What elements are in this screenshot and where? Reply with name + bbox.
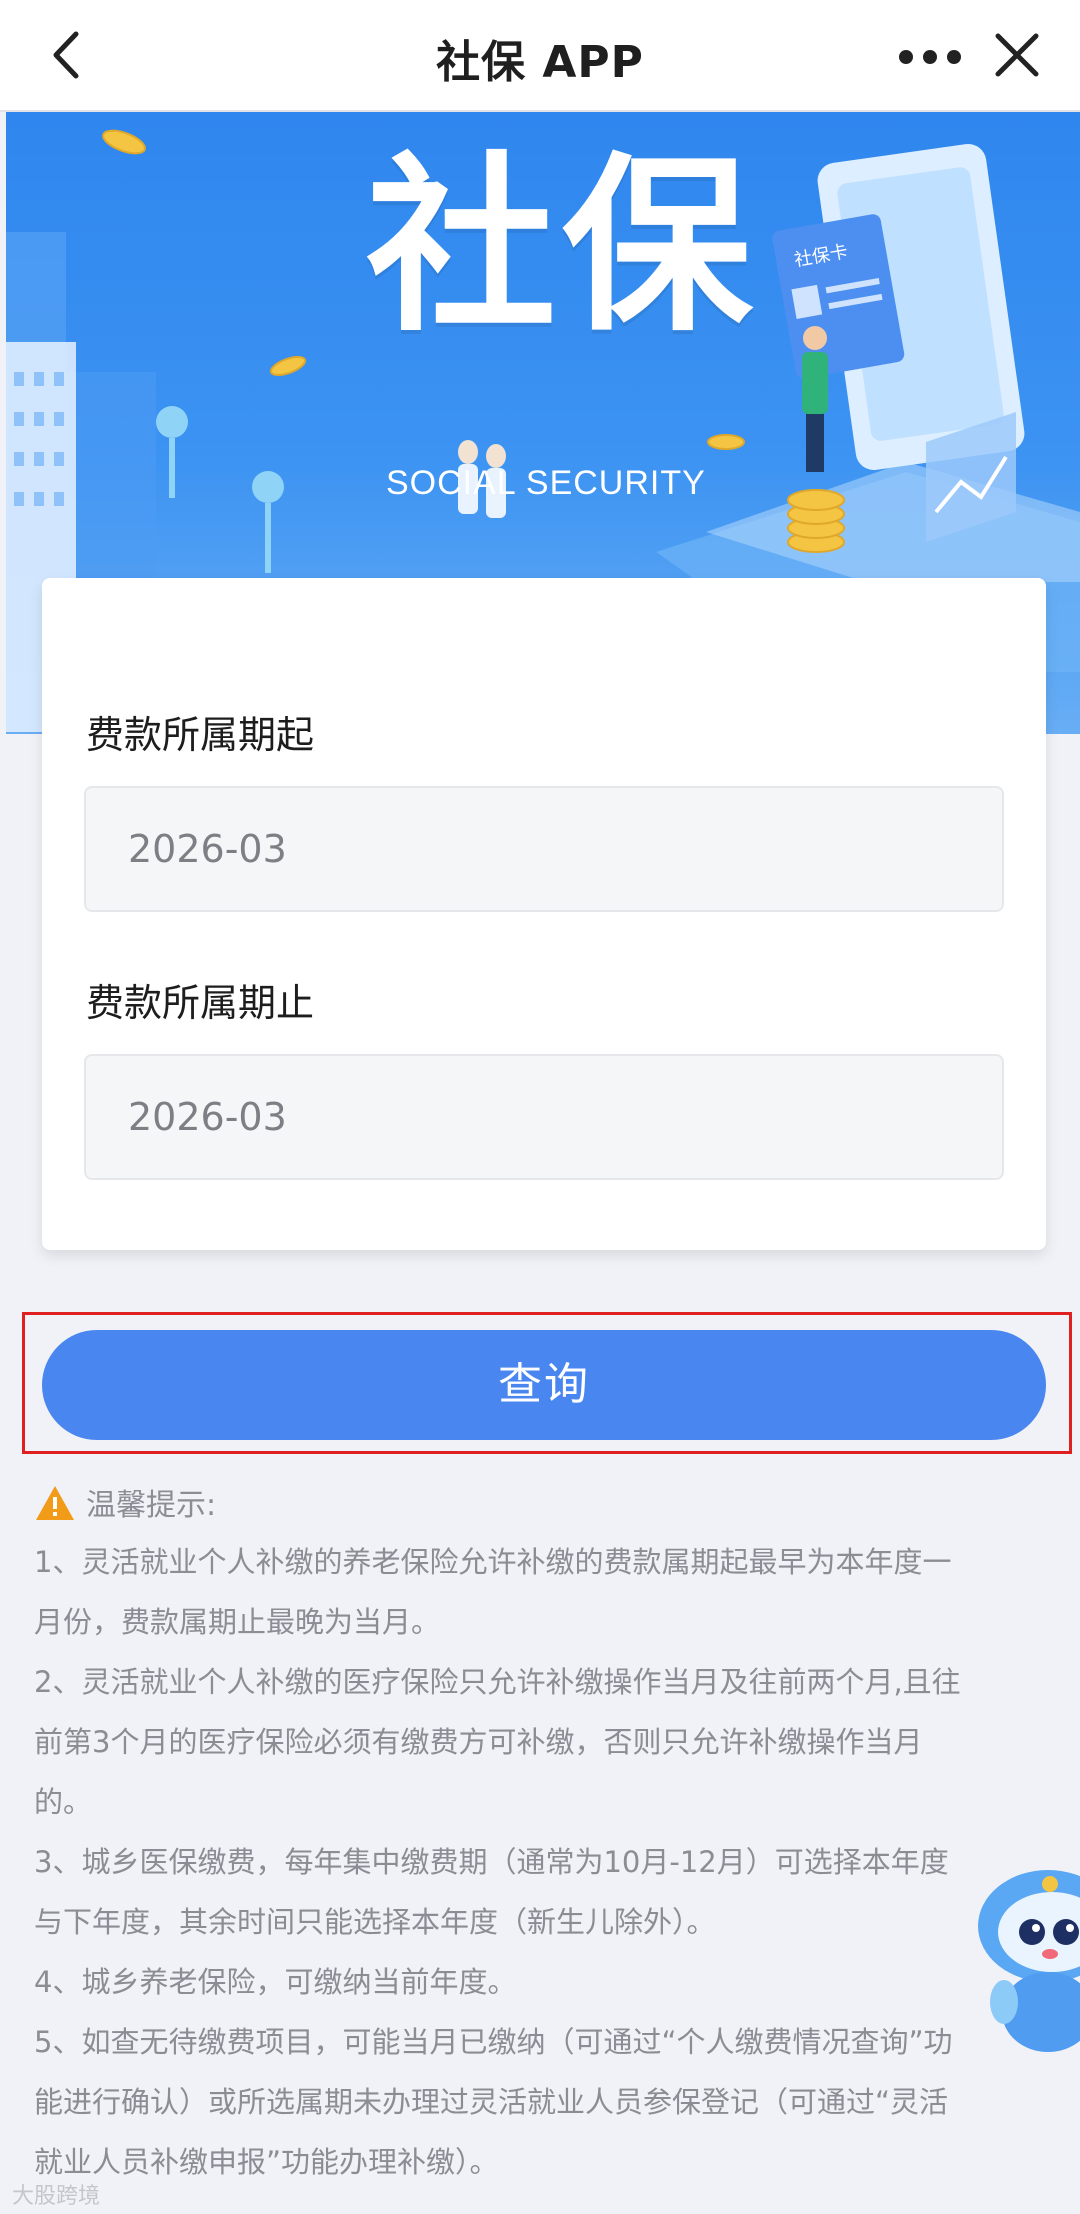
- end-period-label: 费款所属期止: [86, 981, 315, 1025]
- tips-header: 温馨提示:: [34, 1476, 1054, 1532]
- tip-line: 与下年度，其余时间只能选择本年度（新生儿除外）。: [34, 1905, 716, 1939]
- tips-section: 温馨提示: 1、灵活就业个人补缴的养老保险允许补缴的费款属期起最早为本年度一 月…: [34, 1476, 1054, 2192]
- start-period-field[interactable]: 2026-03: [84, 786, 1004, 912]
- tip-line: 1、灵活就业个人补缴的养老保险允许补缴的费款属期起最早为本年度一: [34, 1545, 952, 1579]
- start-period-label: 费款所属期起: [86, 713, 315, 757]
- tip-line: 就业人员补缴申报”功能办理补缴）。: [34, 2145, 499, 2179]
- query-button[interactable]: 查询: [42, 1330, 1046, 1440]
- tip-line: 4、城乡养老保险，可缴纳当前年度。: [34, 1965, 517, 1999]
- banner-title: 社保: [366, 136, 759, 357]
- date-range-form: 费款所属期起 2026-03 费款所属期止 2026-03: [42, 578, 1046, 1250]
- end-period-field[interactable]: 2026-03: [84, 1054, 1004, 1180]
- top-navigation-bar: 社保 APP: [0, 0, 1080, 112]
- tip-line: 前第3个月的医疗保险必须有缴费方可补缴，否则只允许补缴操作当月: [34, 1725, 923, 1759]
- assistant-mascot-icon[interactable]: [974, 1866, 1080, 2056]
- tip-line: 3、城乡医保缴费，每年集中缴费期（通常为10月-12月）可选择本年度: [34, 1845, 949, 1879]
- banner-subtitle: SOCIAL SECURITY: [386, 464, 706, 502]
- tip-line: 5、如查无待缴费项目，可能当月已缴纳（可通过“个人缴费情况查询”功: [34, 2025, 953, 2059]
- watermark: 大股跨境: [12, 2184, 101, 2209]
- tip-line: 的。: [34, 1785, 93, 1819]
- tip-line: 月份，费款属期止最晚为当月。: [34, 1605, 441, 1639]
- tip-line: 能进行确认）或所选属期未办理过灵活就业人员参保登记（可通过“灵活: [34, 2085, 949, 2119]
- tips-title: 温馨提示:: [86, 1488, 217, 1523]
- warning-icon: [34, 1484, 76, 1522]
- tip-line: 2、灵活就业个人补缴的医疗保险只允许补缴操作当月及往前两个月,且往: [34, 1665, 961, 1699]
- close-icon[interactable]: [984, 20, 1060, 90]
